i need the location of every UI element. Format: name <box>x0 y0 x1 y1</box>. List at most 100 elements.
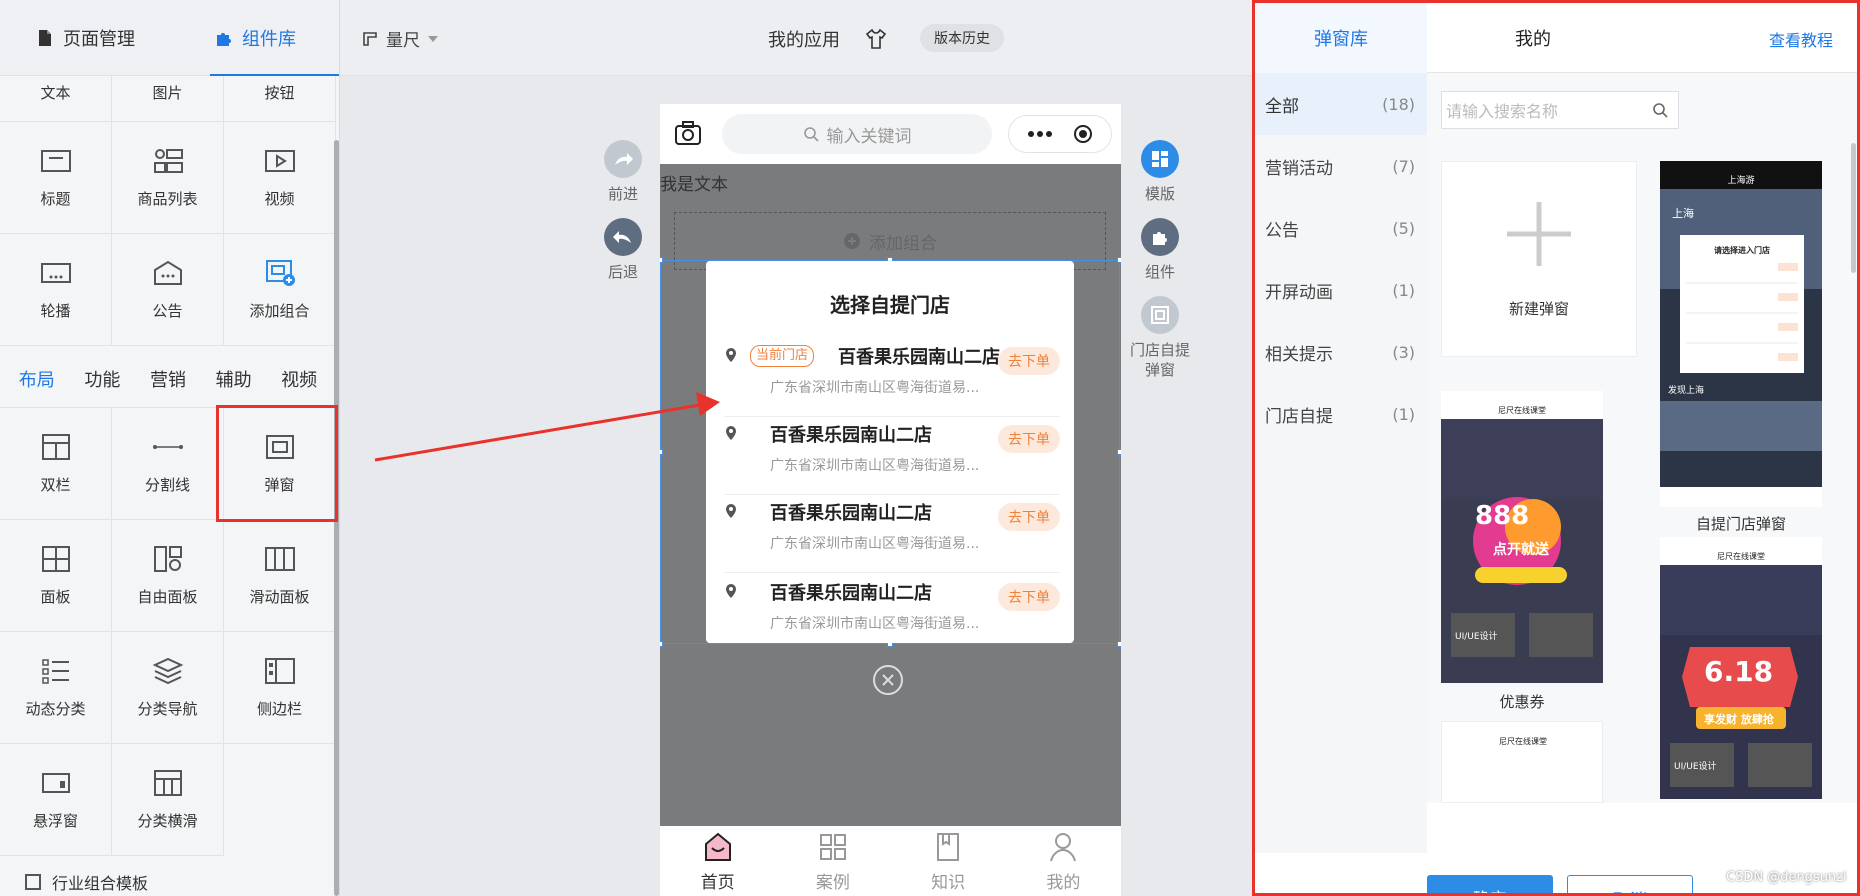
close-target-icon[interactable] <box>1073 124 1093 144</box>
component-button[interactable]: 按钮 <box>224 76 336 122</box>
component-label: 侧边栏 <box>256 700 302 718</box>
cancel-button[interactable]: 取消 <box>1567 875 1693 893</box>
component-goods-list[interactable]: 商品列表 <box>112 122 224 234</box>
tab-video[interactable]: 视频 <box>279 366 319 392</box>
tab-popup-library[interactable]: 弹窗库 <box>1255 3 1427 73</box>
component-category-scroll[interactable]: 分类横滑 <box>112 744 224 856</box>
mini-program-capsule[interactable] <box>1008 115 1112 153</box>
resize-handle[interactable] <box>1117 257 1121 263</box>
template-caption: 自提门店弹窗 <box>1695 515 1786 533</box>
component-float-window[interactable]: 悬浮窗 <box>0 744 112 856</box>
component-label: 商品列表 <box>137 190 198 208</box>
category-splash[interactable]: 开屏动画 (1) <box>1255 259 1427 321</box>
component-popup[interactable]: 弹窗 <box>224 408 336 520</box>
template-store-popup[interactable]: 上海游 上海 请选择进入门店 发现上海 <box>1660 161 1822 507</box>
resize-handle[interactable] <box>1117 449 1121 455</box>
component-button[interactable]: 组件 <box>1141 218 1179 282</box>
resize-handle[interactable] <box>660 641 663 647</box>
store-address: 广东省深圳市南山区粤海街道易... <box>770 536 980 552</box>
current-store-badge: 当前门店 <box>750 345 815 367</box>
order-button[interactable]: 去下单 <box>998 503 1060 531</box>
forward-icon <box>604 140 642 178</box>
component-carousel[interactable]: 轮播 <box>0 234 112 346</box>
tabbar-knowledge[interactable]: 知识 <box>891 826 1006 896</box>
tab-marketing[interactable]: 营销 <box>148 366 188 392</box>
store-item[interactable]: 百香果乐园南山二店 广东省深圳市南山区粤海街道易... 去下单 <box>724 495 1060 573</box>
component-notice[interactable]: 公告 <box>112 234 224 346</box>
order-button[interactable]: 去下单 <box>998 425 1060 453</box>
ruler-dropdown[interactable]: 量尺 <box>362 26 438 51</box>
version-history-button[interactable]: 版本历史 <box>920 24 1004 52</box>
tab-component-library[interactable]: 组件库 <box>170 0 339 76</box>
component-title[interactable]: 标题 <box>0 122 112 234</box>
forward-button[interactable]: 前进 <box>604 140 642 204</box>
tabbar-cases[interactable]: 案例 <box>775 826 890 896</box>
back-button[interactable]: 后退 <box>604 218 642 282</box>
resize-handle[interactable] <box>660 257 663 263</box>
component-video[interactable]: 视频 <box>224 122 336 234</box>
tabbar-profile[interactable]: 我的 <box>1006 826 1121 896</box>
component-label: 轮播 <box>40 302 71 320</box>
more-dots-icon[interactable] <box>1027 130 1053 138</box>
store-name: 百香果乐园南山二店 <box>838 347 1000 368</box>
text-component[interactable]: 我是文本 <box>660 170 728 195</box>
new-popup-label: 新建弹窗 <box>1508 299 1569 318</box>
component-two-column[interactable]: 双栏 <box>0 408 112 520</box>
component-sidebar[interactable]: 侧边栏 <box>224 632 336 744</box>
template-618[interactable]: 尼尺在线课堂 6.18 享发财 放肆抢 UI/UE设计 <box>1660 537 1822 799</box>
phone-search-input[interactable]: 输入关键词 <box>722 114 992 154</box>
sidebar-icon <box>264 658 295 684</box>
theme-shirt-icon[interactable] <box>865 28 887 50</box>
store-name: 百香果乐园南山二店 <box>770 503 932 524</box>
component-image[interactable]: 图片 <box>112 76 224 122</box>
left-scrollbar[interactable] <box>334 140 339 896</box>
tab-page-management[interactable]: 页面管理 <box>0 0 170 75</box>
right-scrollbar[interactable] <box>1851 143 1856 273</box>
store-item[interactable]: 百香果乐园南山二店 广东省深圳市南山区粤海街道易... 去下单 <box>724 417 1060 495</box>
order-button[interactable]: 去下单 <box>998 347 1060 375</box>
component-label: 滑动面板 <box>249 588 310 606</box>
category-notice[interactable]: 公告 (5) <box>1255 197 1427 259</box>
store-address: 广东省深圳市南山区粤海街道易... <box>770 380 980 396</box>
popup-close-icon[interactable] <box>872 664 904 696</box>
confirm-button[interactable]: 确定 <box>1427 875 1553 893</box>
template-coupon[interactable]: 尼尺在线课堂 888 点开就送 UI/UE设计 <box>1441 391 1603 683</box>
tab-layout[interactable]: 布局 <box>17 366 57 412</box>
phone-nav-bar: 输入关键词 <box>660 104 1121 164</box>
editor-topbar: 量尺 我的应用 版本历史 <box>340 0 1255 76</box>
store-popup-button[interactable]: 门店自提弹窗 <box>1128 296 1192 380</box>
industry-template-row[interactable]: 行业组合模板 <box>0 862 336 896</box>
tutorial-link[interactable]: 查看教程 <box>1769 27 1833 51</box>
component-divider[interactable]: 分割线 <box>112 408 224 520</box>
store-name: 百香果乐园南山二店 <box>770 425 932 446</box>
resize-handle[interactable] <box>660 449 663 455</box>
new-popup-card[interactable]: 新建弹窗 <box>1441 161 1637 357</box>
template-search-input[interactable]: 请输入搜索名称 <box>1441 91 1679 129</box>
category-label: 门店自提 <box>1265 406 1333 427</box>
category-marketing[interactable]: 营销活动 (7) <box>1255 135 1427 197</box>
component-panel: 页面管理 组件库 文本 图片 按钮 标题 商品列表 视频 轮播 公告 添加组合 … <box>0 0 340 896</box>
component-text[interactable]: 文本 <box>0 76 112 122</box>
template-list-icon <box>25 874 41 890</box>
video-icon <box>264 150 295 172</box>
component-add-combo[interactable]: 添加组合 <box>224 234 336 346</box>
tabbar-home[interactable]: 首页 <box>660 826 775 896</box>
store-item[interactable]: 当前门店 百香果乐园南山二店 广东省深圳市南山区粤海街道易... 去下单 <box>724 339 1060 417</box>
tab-function[interactable]: 功能 <box>82 366 122 392</box>
template-partial[interactable]: 尼尺在线课堂 <box>1441 721 1603 803</box>
component-dynamic-category[interactable]: 动态分类 <box>0 632 112 744</box>
category-store-pickup[interactable]: 门店自提 (1) <box>1255 383 1427 445</box>
resize-handle[interactable] <box>1117 641 1121 647</box>
order-button[interactable]: 去下单 <box>998 583 1060 611</box>
store-item[interactable]: 百香果乐园南山二店 广东省深圳市南山区粤海街道易... 去下单 <box>724 575 1060 643</box>
tab-assist[interactable]: 辅助 <box>214 366 254 392</box>
component-category-nav[interactable]: 分类导航 <box>112 632 224 744</box>
component-panel-item[interactable]: 面板 <box>0 520 112 632</box>
category-tips[interactable]: 相关提示 (3) <box>1255 321 1427 383</box>
component-slide-panel[interactable]: 滑动面板 <box>224 520 336 632</box>
category-all[interactable]: 全部 (18) <box>1255 73 1427 135</box>
template-button[interactable]: 模版 <box>1141 140 1179 204</box>
camera-icon[interactable] <box>674 120 702 146</box>
component-free-panel[interactable]: 自由面板 <box>112 520 224 632</box>
tab-mine[interactable]: 我的 <box>1515 25 1551 51</box>
